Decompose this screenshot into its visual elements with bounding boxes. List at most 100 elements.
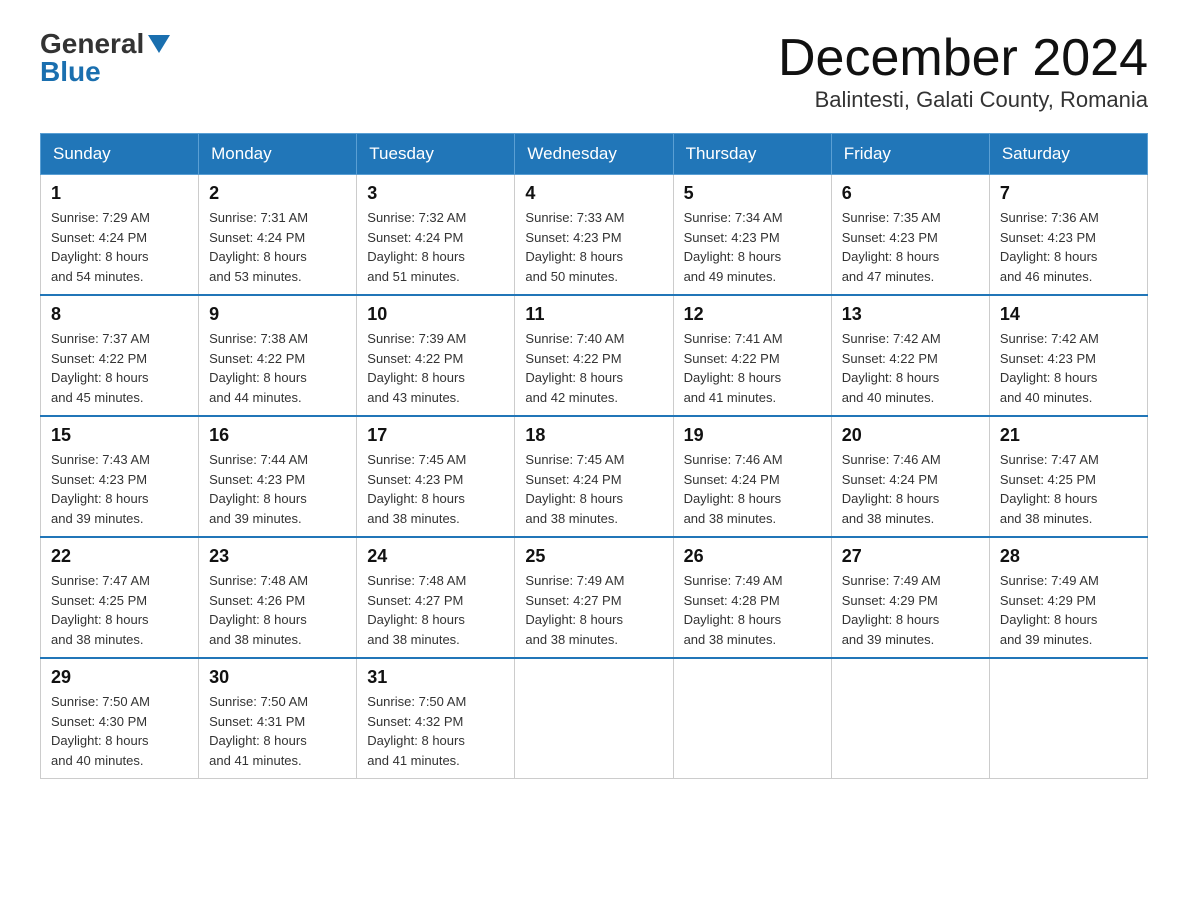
day-info: Sunrise: 7:49 AM Sunset: 4:27 PM Dayligh… — [525, 571, 662, 649]
calendar-cell: 9 Sunrise: 7:38 AM Sunset: 4:22 PM Dayli… — [199, 295, 357, 416]
day-number: 29 — [51, 667, 188, 688]
day-number: 17 — [367, 425, 504, 446]
day-info: Sunrise: 7:31 AM Sunset: 4:24 PM Dayligh… — [209, 208, 346, 286]
calendar-cell: 14 Sunrise: 7:42 AM Sunset: 4:23 PM Dayl… — [989, 295, 1147, 416]
weekday-header: Friday — [831, 134, 989, 175]
day-number: 31 — [367, 667, 504, 688]
day-number: 23 — [209, 546, 346, 567]
day-info: Sunrise: 7:50 AM Sunset: 4:31 PM Dayligh… — [209, 692, 346, 770]
day-number: 9 — [209, 304, 346, 325]
calendar-cell: 20 Sunrise: 7:46 AM Sunset: 4:24 PM Dayl… — [831, 416, 989, 537]
day-number: 22 — [51, 546, 188, 567]
calendar-cell: 12 Sunrise: 7:41 AM Sunset: 4:22 PM Dayl… — [673, 295, 831, 416]
page-header: General Blue December 2024 Balintesti, G… — [40, 30, 1148, 113]
calendar-cell: 4 Sunrise: 7:33 AM Sunset: 4:23 PM Dayli… — [515, 175, 673, 296]
day-number: 7 — [1000, 183, 1137, 204]
day-info: Sunrise: 7:43 AM Sunset: 4:23 PM Dayligh… — [51, 450, 188, 528]
day-number: 30 — [209, 667, 346, 688]
day-info: Sunrise: 7:39 AM Sunset: 4:22 PM Dayligh… — [367, 329, 504, 407]
day-info: Sunrise: 7:40 AM Sunset: 4:22 PM Dayligh… — [525, 329, 662, 407]
calendar-cell: 6 Sunrise: 7:35 AM Sunset: 4:23 PM Dayli… — [831, 175, 989, 296]
calendar-cell: 26 Sunrise: 7:49 AM Sunset: 4:28 PM Dayl… — [673, 537, 831, 658]
calendar-cell: 29 Sunrise: 7:50 AM Sunset: 4:30 PM Dayl… — [41, 658, 199, 779]
logo: General Blue — [40, 30, 170, 86]
day-info: Sunrise: 7:37 AM Sunset: 4:22 PM Dayligh… — [51, 329, 188, 407]
day-info: Sunrise: 7:46 AM Sunset: 4:24 PM Dayligh… — [684, 450, 821, 528]
day-info: Sunrise: 7:29 AM Sunset: 4:24 PM Dayligh… — [51, 208, 188, 286]
calendar-cell: 31 Sunrise: 7:50 AM Sunset: 4:32 PM Dayl… — [357, 658, 515, 779]
day-info: Sunrise: 7:41 AM Sunset: 4:22 PM Dayligh… — [684, 329, 821, 407]
weekday-header: Saturday — [989, 134, 1147, 175]
day-info: Sunrise: 7:36 AM Sunset: 4:23 PM Dayligh… — [1000, 208, 1137, 286]
calendar-week-row: 22 Sunrise: 7:47 AM Sunset: 4:25 PM Dayl… — [41, 537, 1148, 658]
day-info: Sunrise: 7:50 AM Sunset: 4:30 PM Dayligh… — [51, 692, 188, 770]
day-info: Sunrise: 7:33 AM Sunset: 4:23 PM Dayligh… — [525, 208, 662, 286]
day-number: 1 — [51, 183, 188, 204]
calendar-cell: 24 Sunrise: 7:48 AM Sunset: 4:27 PM Dayl… — [357, 537, 515, 658]
calendar-cell — [831, 658, 989, 779]
calendar-cell: 15 Sunrise: 7:43 AM Sunset: 4:23 PM Dayl… — [41, 416, 199, 537]
logo-general-text: General — [40, 30, 144, 58]
day-number: 11 — [525, 304, 662, 325]
calendar-cell: 21 Sunrise: 7:47 AM Sunset: 4:25 PM Dayl… — [989, 416, 1147, 537]
day-number: 5 — [684, 183, 821, 204]
day-info: Sunrise: 7:48 AM Sunset: 4:27 PM Dayligh… — [367, 571, 504, 649]
calendar-cell: 25 Sunrise: 7:49 AM Sunset: 4:27 PM Dayl… — [515, 537, 673, 658]
weekday-header: Monday — [199, 134, 357, 175]
calendar-cell: 28 Sunrise: 7:49 AM Sunset: 4:29 PM Dayl… — [989, 537, 1147, 658]
day-number: 4 — [525, 183, 662, 204]
calendar-table: SundayMondayTuesdayWednesdayThursdayFrid… — [40, 133, 1148, 779]
calendar-cell: 27 Sunrise: 7:49 AM Sunset: 4:29 PM Dayl… — [831, 537, 989, 658]
calendar-cell: 8 Sunrise: 7:37 AM Sunset: 4:22 PM Dayli… — [41, 295, 199, 416]
logo-blue-text: Blue — [40, 58, 101, 86]
calendar-cell: 19 Sunrise: 7:46 AM Sunset: 4:24 PM Dayl… — [673, 416, 831, 537]
day-info: Sunrise: 7:35 AM Sunset: 4:23 PM Dayligh… — [842, 208, 979, 286]
weekday-header: Wednesday — [515, 134, 673, 175]
calendar-cell: 30 Sunrise: 7:50 AM Sunset: 4:31 PM Dayl… — [199, 658, 357, 779]
day-number: 28 — [1000, 546, 1137, 567]
day-info: Sunrise: 7:47 AM Sunset: 4:25 PM Dayligh… — [51, 571, 188, 649]
calendar-cell: 17 Sunrise: 7:45 AM Sunset: 4:23 PM Dayl… — [357, 416, 515, 537]
calendar-week-row: 1 Sunrise: 7:29 AM Sunset: 4:24 PM Dayli… — [41, 175, 1148, 296]
day-info: Sunrise: 7:48 AM Sunset: 4:26 PM Dayligh… — [209, 571, 346, 649]
day-number: 16 — [209, 425, 346, 446]
day-number: 2 — [209, 183, 346, 204]
weekday-header: Sunday — [41, 134, 199, 175]
calendar-cell — [989, 658, 1147, 779]
weekday-header: Tuesday — [357, 134, 515, 175]
day-number: 21 — [1000, 425, 1137, 446]
day-info: Sunrise: 7:34 AM Sunset: 4:23 PM Dayligh… — [684, 208, 821, 286]
calendar-header-row: SundayMondayTuesdayWednesdayThursdayFrid… — [41, 134, 1148, 175]
calendar-week-row: 8 Sunrise: 7:37 AM Sunset: 4:22 PM Dayli… — [41, 295, 1148, 416]
calendar-cell: 23 Sunrise: 7:48 AM Sunset: 4:26 PM Dayl… — [199, 537, 357, 658]
calendar-cell: 16 Sunrise: 7:44 AM Sunset: 4:23 PM Dayl… — [199, 416, 357, 537]
day-info: Sunrise: 7:44 AM Sunset: 4:23 PM Dayligh… — [209, 450, 346, 528]
weekday-header: Thursday — [673, 134, 831, 175]
day-number: 18 — [525, 425, 662, 446]
day-number: 15 — [51, 425, 188, 446]
day-number: 13 — [842, 304, 979, 325]
calendar-cell: 3 Sunrise: 7:32 AM Sunset: 4:24 PM Dayli… — [357, 175, 515, 296]
month-title: December 2024 — [778, 30, 1148, 87]
calendar-week-row: 29 Sunrise: 7:50 AM Sunset: 4:30 PM Dayl… — [41, 658, 1148, 779]
day-number: 12 — [684, 304, 821, 325]
day-number: 20 — [842, 425, 979, 446]
day-info: Sunrise: 7:32 AM Sunset: 4:24 PM Dayligh… — [367, 208, 504, 286]
day-number: 6 — [842, 183, 979, 204]
day-number: 19 — [684, 425, 821, 446]
day-info: Sunrise: 7:45 AM Sunset: 4:24 PM Dayligh… — [525, 450, 662, 528]
day-info: Sunrise: 7:49 AM Sunset: 4:28 PM Dayligh… — [684, 571, 821, 649]
day-info: Sunrise: 7:38 AM Sunset: 4:22 PM Dayligh… — [209, 329, 346, 407]
day-number: 26 — [684, 546, 821, 567]
title-block: December 2024 Balintesti, Galati County,… — [778, 30, 1148, 113]
day-info: Sunrise: 7:47 AM Sunset: 4:25 PM Dayligh… — [1000, 450, 1137, 528]
calendar-cell: 7 Sunrise: 7:36 AM Sunset: 4:23 PM Dayli… — [989, 175, 1147, 296]
day-number: 3 — [367, 183, 504, 204]
calendar-cell: 22 Sunrise: 7:47 AM Sunset: 4:25 PM Dayl… — [41, 537, 199, 658]
day-number: 14 — [1000, 304, 1137, 325]
day-info: Sunrise: 7:49 AM Sunset: 4:29 PM Dayligh… — [1000, 571, 1137, 649]
calendar-cell: 13 Sunrise: 7:42 AM Sunset: 4:22 PM Dayl… — [831, 295, 989, 416]
calendar-cell: 10 Sunrise: 7:39 AM Sunset: 4:22 PM Dayl… — [357, 295, 515, 416]
day-info: Sunrise: 7:45 AM Sunset: 4:23 PM Dayligh… — [367, 450, 504, 528]
calendar-cell: 2 Sunrise: 7:31 AM Sunset: 4:24 PM Dayli… — [199, 175, 357, 296]
